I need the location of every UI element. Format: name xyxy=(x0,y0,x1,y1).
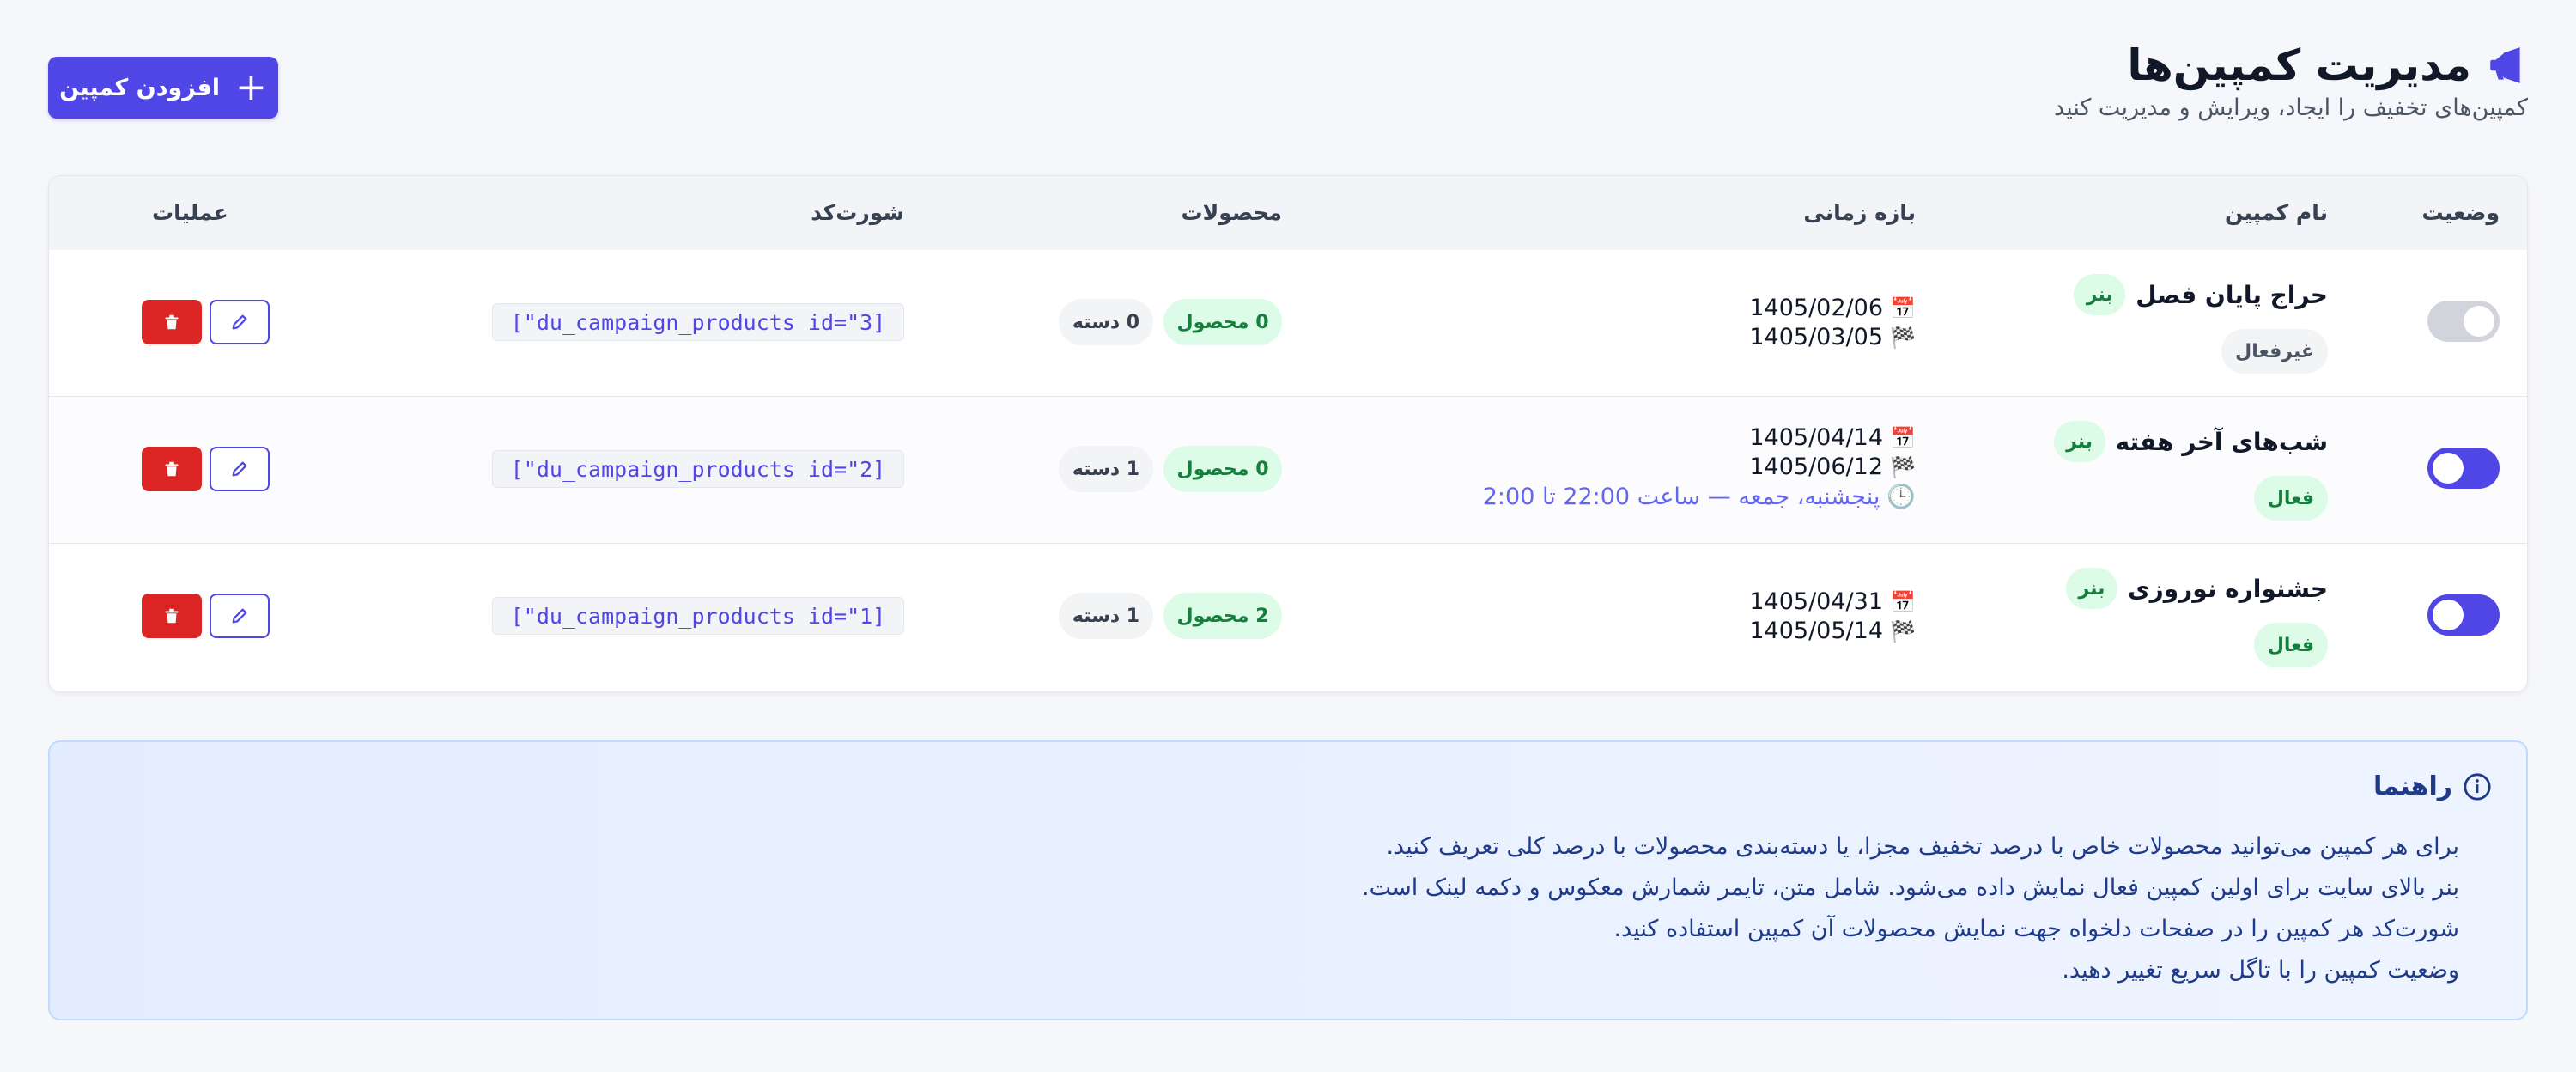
title-block: مدیریت کمپین‌ها کمپین‌های تخفیف را ایجاد… xyxy=(2054,38,2528,121)
plus-icon: + xyxy=(235,65,267,109)
categories-count-pill: 0 دسته xyxy=(1059,299,1153,345)
campaign-name: شب‌های آخر هفته xyxy=(2115,427,2328,456)
categories-count-pill: 1 دسته xyxy=(1059,446,1153,492)
column-actions: عملیات xyxy=(152,200,228,225)
pencil-icon xyxy=(232,608,247,624)
date-range-cell: 📅 1405/04/31 🏁 1405/05/14 xyxy=(1400,544,1916,690)
campaign-name-cell: جشنواره نوروزی بنر فعال xyxy=(1881,544,2328,690)
trash-icon xyxy=(165,608,179,624)
start-date: 1405/04/31 xyxy=(1749,588,1883,615)
guide-item: بنر بالای سایت برای اولین کمپین فعال نما… xyxy=(1362,874,2459,901)
trash-icon xyxy=(165,461,179,477)
end-date: 1405/05/14 xyxy=(1749,618,1883,644)
status-toggle[interactable] xyxy=(2427,301,2500,342)
status-badge: فعال xyxy=(2253,623,2328,667)
table-row: جشنواره نوروزی بنر فعال 📅 1405/04/31 🏁 140… xyxy=(49,544,2527,690)
flag-icon: 🏁 xyxy=(1890,325,1916,350)
flag-icon: 🏁 xyxy=(1890,618,1916,643)
start-date: 1405/04/14 xyxy=(1749,424,1883,451)
banner-badge: بنر xyxy=(2053,421,2105,462)
pencil-icon xyxy=(232,314,247,330)
pencil-icon xyxy=(232,461,247,477)
campaign-name-cell: شب‌های آخر هفته بنر فعال xyxy=(1881,397,2328,543)
table-row: شب‌های آخر هفته بنر فعال 📅 1405/04/14 🏁 14… xyxy=(49,397,2527,544)
toggle-knob xyxy=(2433,600,2464,630)
end-date: 1405/06/12 xyxy=(1749,454,1883,480)
delete-button[interactable] xyxy=(142,447,202,491)
campaign-name: جشنواره نوروزی xyxy=(2127,574,2328,603)
shortcode[interactable]: ["du_campaign_products id="3] xyxy=(492,303,904,341)
delete-button[interactable] xyxy=(142,300,202,344)
column-date-range: بازه زمانی xyxy=(1803,200,1916,225)
edit-button[interactable] xyxy=(210,300,270,344)
guide-item: وضعیت کمپین را با تاگل سریع تغییر دهید. xyxy=(2062,957,2459,984)
calendar-icon: 📅 xyxy=(1890,425,1916,450)
column-name: نام کمپین xyxy=(2224,200,2328,225)
add-campaign-button[interactable]: + افزودن کمپین xyxy=(48,57,278,119)
status-toggle[interactable] xyxy=(2427,448,2500,489)
calendar-icon: 📅 xyxy=(1890,589,1916,614)
campaigns-table: وضعیت نام کمپین بازه زمانی محصولات شورت‌… xyxy=(48,175,2528,692)
toggle-knob xyxy=(2433,453,2464,484)
status-badge: غیرفعال xyxy=(2221,329,2328,374)
guide-box: راهنما برای هر کمپین می‌توانید محصولات خ… xyxy=(48,740,2528,1020)
page-title: مدیریت کمپین‌ها xyxy=(2127,40,2471,90)
banner-badge: بنر xyxy=(2065,568,2117,609)
column-status: وضعیت xyxy=(2421,200,2500,225)
guide-item: برای هر کمپین می‌توانید محصولات خاص با د… xyxy=(1386,833,2459,860)
end-date: 1405/03/05 xyxy=(1749,324,1883,350)
table-header: وضعیت نام کمپین بازه زمانی محصولات شورت‌… xyxy=(49,176,2527,251)
products-count-pill: 0 محصول xyxy=(1163,446,1282,492)
shortcode[interactable]: ["du_campaign_products id="1] xyxy=(492,597,904,635)
products-count-pill: 0 محصول xyxy=(1163,299,1282,345)
products-cell: 0 محصول 0 دسته xyxy=(1024,250,1282,396)
add-campaign-label: افزودن کمپین xyxy=(59,74,221,101)
categories-count-pill: 1 دسته xyxy=(1059,593,1153,639)
trash-icon xyxy=(165,314,179,330)
page-header: مدیریت کمپین‌ها کمپین‌های تخفیف را ایجاد… xyxy=(48,38,2528,132)
page-subtitle: کمپین‌های تخفیف را ایجاد، ویرایش و مدیری… xyxy=(2054,94,2528,121)
column-shortcode: شورت‌کد xyxy=(811,200,904,225)
schedule-text: پنجشنبه، جمعه — ساعت 22:00 تا 2:00 xyxy=(1482,483,1880,510)
banner-badge: بنر xyxy=(2074,274,2126,315)
products-cell: 0 محصول 1 دسته xyxy=(1024,397,1282,543)
column-products: محصولات xyxy=(1181,200,1282,225)
clock-icon: 🕒 xyxy=(1886,484,1916,510)
campaign-name-cell: حراج پایان فصل بنر غیرفعال xyxy=(1881,250,2328,396)
status-toggle[interactable] xyxy=(2427,594,2500,636)
date-range-cell: 📅 1405/02/06 🏁 1405/03/05 xyxy=(1400,250,1916,396)
campaign-name: حراج پایان فصل xyxy=(2136,280,2328,309)
calendar-icon: 📅 xyxy=(1890,295,1916,320)
products-count-pill: 2 محصول xyxy=(1163,593,1282,639)
guide-title: راهنما xyxy=(2373,771,2452,801)
guide-heading: راهنما xyxy=(2373,771,2492,801)
status-badge: فعال xyxy=(2253,476,2328,521)
info-icon xyxy=(2464,772,2491,801)
toggle-knob xyxy=(2464,306,2494,337)
start-date: 1405/02/06 xyxy=(1749,295,1883,321)
products-cell: 2 محصول 1 دسته xyxy=(1024,544,1282,690)
edit-button[interactable] xyxy=(210,447,270,491)
edit-button[interactable] xyxy=(210,594,270,638)
flag-icon: 🏁 xyxy=(1890,454,1916,479)
date-range-cell: 📅 1405/04/14 🏁 1405/06/12 🕒 پنجشنبه، جمعه —… xyxy=(1400,397,1916,543)
shortcode[interactable]: ["du_campaign_products id="2] xyxy=(492,450,904,488)
table-row: حراج پایان فصل بنر غیرفعال 📅 1405/02/06 🏁… xyxy=(49,250,2527,397)
guide-list: برای هر کمپین می‌توانید محصولات خاص با د… xyxy=(1362,826,2459,991)
delete-button[interactable] xyxy=(142,594,202,638)
megaphone-icon xyxy=(2490,47,2520,83)
guide-item: شورت‌کد هر کمپین را در صفحات دلخواه جهت … xyxy=(1613,916,2460,942)
